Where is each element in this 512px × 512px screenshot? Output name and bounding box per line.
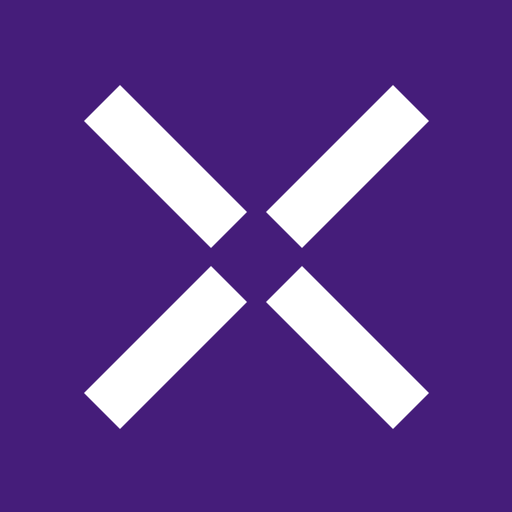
- logo-background: [0, 0, 512, 512]
- x-mark-icon: [0, 0, 512, 512]
- logo-tile: [0, 0, 512, 512]
